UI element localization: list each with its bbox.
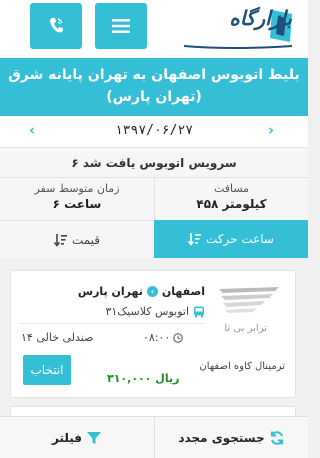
bus-result-card: تهران پارس ‹ اصفهان اتوبوس کلاسیک۳۱ ۰۸:۰…	[10, 270, 296, 398]
sort-departure-label: ساعت حرکت	[205, 232, 274, 246]
logo-text[interactable]: بازارگاه	[229, 6, 292, 30]
terminal-name: ترمینال کاوه اصفهان	[199, 361, 285, 372]
seats-available: ۱۴ صندلی خالی	[21, 331, 94, 344]
avg-time-value: ۶ ساعت	[52, 197, 102, 211]
destination: تهران پارس	[77, 285, 143, 298]
funnel-icon	[87, 432, 102, 444]
company-name: ترابر بی تا	[224, 323, 267, 334]
arrow-left-circle-icon: ‹	[146, 286, 158, 297]
hamburger-menu-icon	[112, 19, 130, 33]
call-button[interactable]	[30, 3, 82, 49]
search-summary: ۶ سرویس اتوبوس یافت شد مسافت ۴۵۸ کیلومتر…	[0, 148, 308, 258]
bottom-action-bar: جستجوی مجدد فیلتر	[0, 416, 308, 458]
bus-icon	[194, 306, 204, 317]
clock-icon	[173, 332, 184, 343]
filter-label: فیلتر	[51, 431, 83, 445]
select-button[interactable]: انتخاب	[23, 355, 71, 385]
selected-date[interactable]: ۱۳۹۷/۰۶/۲۷	[0, 123, 308, 138]
sort-price-label: قیمت	[71, 232, 101, 247]
route: تهران پارس ‹ اصفهان	[78, 285, 205, 298]
origin: اصفهان	[161, 285, 205, 298]
ticket-price: ۳۱۰,۰۰۰ ریال	[107, 372, 180, 385]
company-logo-icon	[219, 287, 279, 313]
sort-icon	[187, 233, 201, 246]
filter-button[interactable]: فیلتر	[0, 417, 154, 458]
refresh-icon	[270, 431, 283, 445]
date-navigator: ‹ ۱۳۹۷/۰۶/۲۷ ›	[0, 116, 308, 148]
phone-icon	[50, 18, 63, 33]
avg-time-label: زمان متوسط سفر	[34, 182, 120, 195]
sort-by-departure-button[interactable]: ساعت حرکت	[154, 220, 308, 258]
results-count: ۶ سرویس اتوبوس یافت شد	[0, 148, 308, 178]
sort-icon	[53, 233, 67, 247]
app-header: بازارگاه	[0, 0, 308, 58]
page-title: بلیط اتوبوس اصفهان به تهران پایانه شرق (…	[0, 58, 308, 116]
sort-by-price-button[interactable]: قیمت	[0, 220, 154, 258]
distance-label: مسافت	[213, 182, 250, 195]
bus-type: اتوبوس کلاسیک۳۱	[105, 305, 189, 318]
bus-info: اتوبوس کلاسیک۳۱	[106, 305, 205, 318]
search-again-button[interactable]: جستجوی مجدد	[154, 417, 308, 458]
search-again-label: جستجوی مجدد	[178, 431, 265, 445]
distance-value: ۴۵۸ کیلومتر	[196, 197, 267, 211]
chevron-right-icon[interactable]: ›	[268, 121, 274, 139]
departure-time-value: ۰۸:۰۰	[143, 331, 171, 344]
divider	[19, 323, 205, 324]
distance-stat: مسافت ۴۵۸ کیلومتر	[154, 178, 308, 220]
avg-time-stat: زمان متوسط سفر ۶ ساعت	[0, 178, 154, 220]
departure-time: ۰۸:۰۰	[143, 331, 184, 344]
menu-button[interactable]	[95, 3, 147, 49]
